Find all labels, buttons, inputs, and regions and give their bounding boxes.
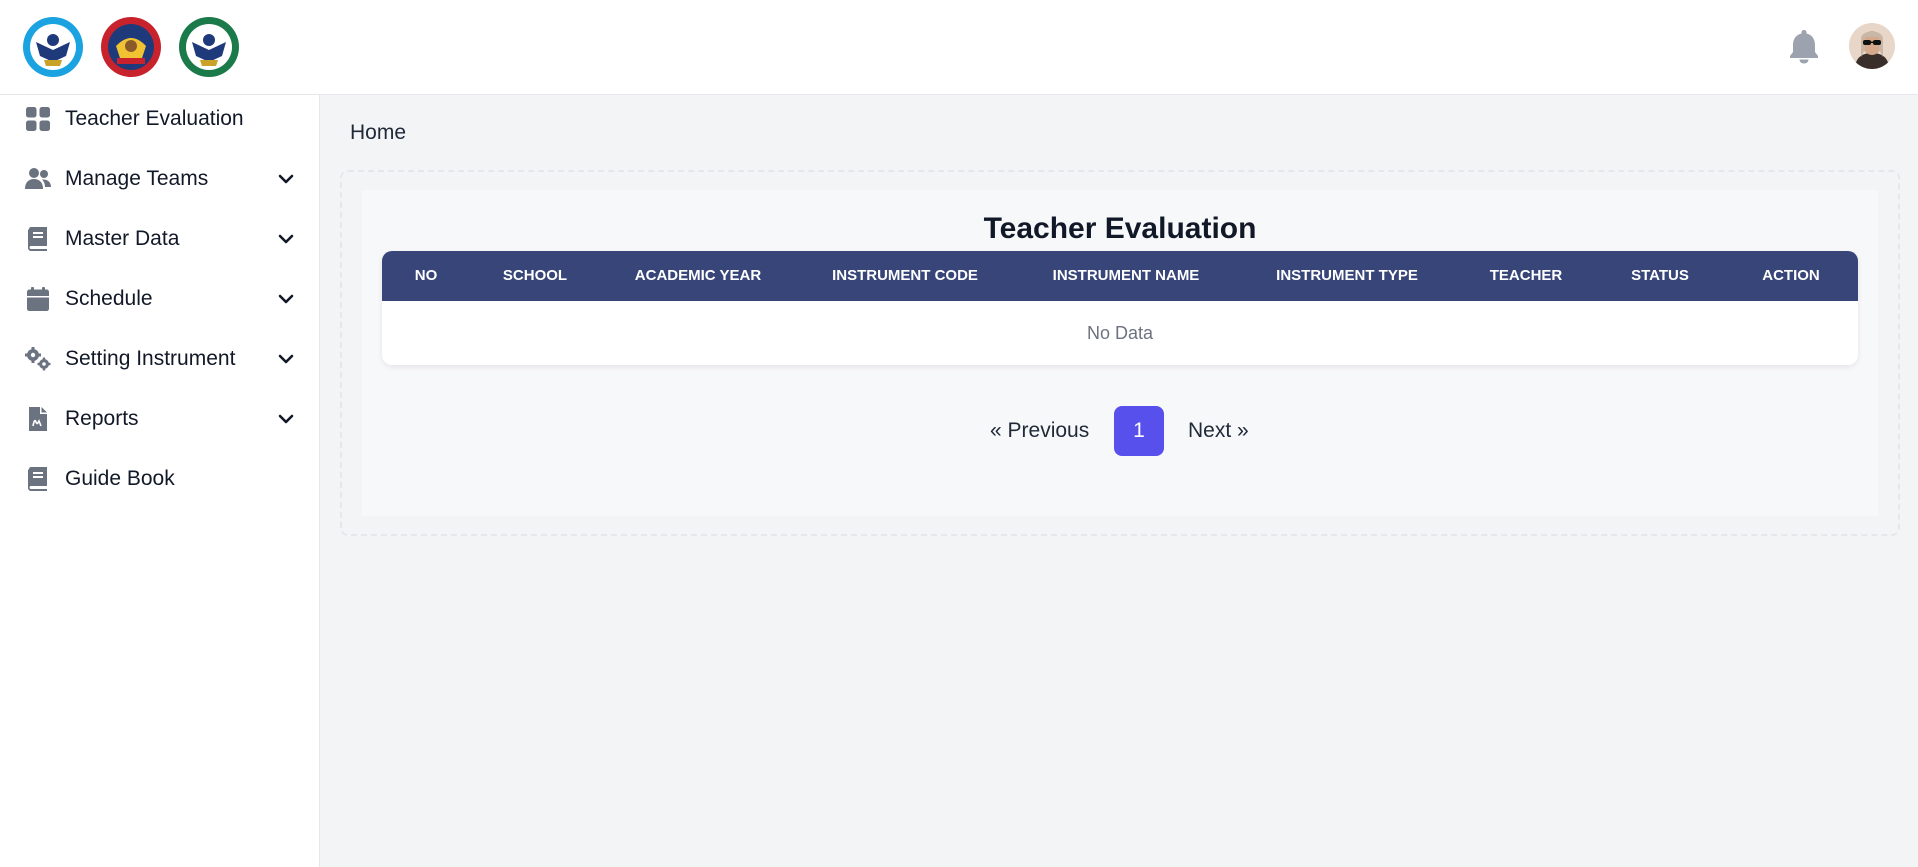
school-logo-3[interactable]	[178, 16, 240, 78]
page-number-button[interactable]: 1	[1114, 406, 1164, 456]
sidebar-item-label: Schedule	[65, 287, 153, 310]
page-title: Teacher Evaluation	[983, 212, 1257, 245]
column-header-school: SCHOOL	[502, 267, 568, 284]
chevron-down-icon[interactable]	[276, 169, 296, 189]
sidebar: Teacher Evaluation Manage Teams Master D…	[0, 95, 320, 867]
sidebar-item-teacher-evaluation[interactable]: Teacher Evaluation	[0, 95, 320, 143]
column-header-teacher: TEACHER	[1489, 267, 1563, 284]
column-header-instrument-code: INSTRUMENT CODE	[832, 267, 978, 284]
previous-page-button[interactable]: « Previous	[990, 406, 1089, 456]
column-header-no: NO	[414, 267, 438, 284]
calendar-icon	[24, 285, 52, 313]
users-icon	[24, 165, 52, 193]
sidebar-item-master-data[interactable]: Master Data	[0, 215, 320, 263]
book-icon	[24, 225, 52, 253]
column-header-academic-year: ACADEMIC YEAR	[634, 267, 762, 284]
chevron-down-icon[interactable]	[276, 229, 296, 249]
chevron-down-icon[interactable]	[276, 289, 296, 309]
sidebar-item-label: Manage Teams	[65, 167, 209, 190]
sidebar-item-label: Teacher Evaluation	[65, 107, 244, 130]
sidebar-item-schedule[interactable]: Schedule	[0, 275, 320, 323]
breadcrumb[interactable]: Home	[350, 121, 406, 145]
dashboard-grid-icon	[24, 105, 52, 133]
empty-state-text: No Data	[1086, 323, 1154, 343]
table-header: NO SCHOOL ACADEMIC YEAR INSTRUMENT CODE …	[382, 251, 1858, 301]
user-avatar[interactable]	[1849, 23, 1895, 69]
sidebar-item-label: Setting Instrument	[65, 347, 236, 370]
sidebar-item-setting-instrument[interactable]: Setting Instrument	[0, 335, 320, 383]
school-logo-2[interactable]	[100, 16, 162, 78]
book-icon	[24, 465, 52, 493]
column-header-action: ACTION	[1762, 267, 1820, 284]
sidebar-item-label: Master Data	[65, 227, 180, 250]
top-bar	[0, 0, 1918, 95]
logo-group	[22, 16, 240, 78]
sidebar-item-manage-teams[interactable]: Manage Teams	[0, 155, 320, 203]
chevron-down-icon[interactable]	[276, 349, 296, 369]
evaluation-table: NO SCHOOL ACADEMIC YEAR INSTRUMENT CODE …	[382, 251, 1858, 365]
gears-icon	[24, 345, 52, 373]
sidebar-item-guide-book[interactable]: Guide Book	[0, 455, 320, 503]
column-header-status: STATUS	[1631, 267, 1689, 284]
column-header-instrument-name: INSTRUMENT NAME	[1052, 267, 1200, 284]
sidebar-item-label: Guide Book	[65, 467, 175, 490]
column-header-instrument-type: INSTRUMENT TYPE	[1276, 267, 1418, 284]
next-page-button[interactable]: Next »	[1188, 406, 1249, 456]
bell-icon[interactable]	[1787, 28, 1821, 64]
pagination: « Previous 1 Next »	[0, 406, 1918, 456]
school-logo-1[interactable]	[22, 16, 84, 78]
